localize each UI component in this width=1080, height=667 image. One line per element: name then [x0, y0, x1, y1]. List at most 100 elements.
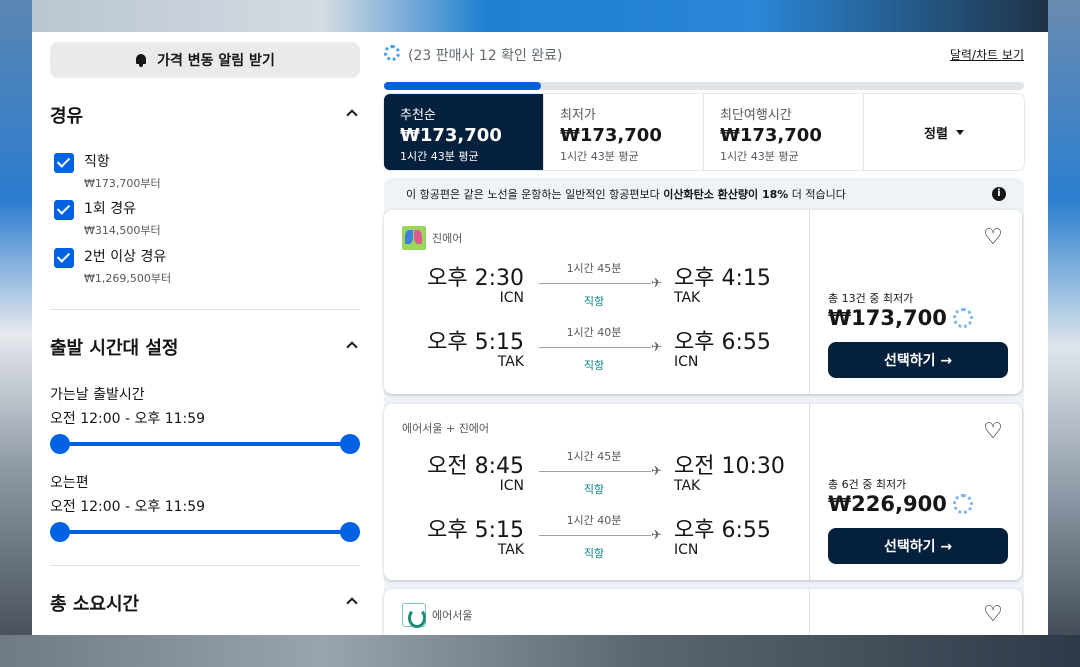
departure-time: 오후 5:15: [427, 330, 524, 355]
plane-icon: ✈: [651, 276, 662, 291]
arrival-time: 오후 6:55: [674, 518, 771, 543]
background-photo-top: [0, 0, 1080, 32]
price-value: ₩226,900: [828, 492, 947, 516]
departure-airport: TAK: [497, 354, 524, 370]
arrival-airport: ICN: [674, 542, 699, 558]
stops-option-label: 2번 이상 경유: [84, 249, 167, 265]
outbound-time-slider-track[interactable]: [60, 442, 350, 446]
eco-banner-suffix: 더 적습니다: [788, 188, 846, 201]
tab-cheapest[interactable]: 최저가 ₩173,700 1시간 43분 평균: [544, 94, 704, 170]
price-alert-label: 가격 변동 알림 받기: [157, 53, 275, 69]
flight-card[interactable]: 에어서울 + 진에어 오전 8:45 ICN 1시간 45분 ✈ 직항 오전 1…: [384, 404, 1022, 580]
checkbox-checked-icon[interactable]: [54, 153, 74, 173]
loading-spinner-icon: [952, 308, 973, 328]
leg-duration: 1시간 45분: [566, 262, 622, 275]
stops-option-price: ₩314,500부터: [84, 224, 161, 237]
leg-stops: 직항: [583, 483, 605, 496]
return-leg: 오후 5:15 TAK 1시간 40분 ✈ 직항 오후 6:55 ICN: [384, 324, 810, 374]
return-time-range: 오전 12:00 - 오후 11:59: [50, 499, 206, 515]
divider: [50, 565, 360, 566]
divider: [50, 309, 360, 310]
progress-bar-fill: [384, 82, 541, 90]
jinair-logo: [402, 226, 426, 250]
return-time-label: 오는편: [50, 475, 89, 491]
arrival-time: 오전 10:30: [674, 454, 785, 479]
flight-card-itinerary: 진에어 오후 2:30 ICN 1시간 45분 ✈ 직항 오후 4:15 TAK…: [384, 210, 810, 394]
background-photo-left: [0, 0, 32, 667]
tab-name: 최저가: [560, 108, 596, 123]
stops-option-direct[interactable]: 직항 ₩173,700부터: [54, 152, 161, 191]
return-time-slider-track[interactable]: [60, 530, 350, 534]
departure-airport: ICN: [499, 290, 524, 306]
heart-outline-icon[interactable]: ♡: [982, 421, 1004, 443]
sort-label: 정렬: [924, 126, 948, 142]
eco-banner-prefix: 이 항공편은 같은 노선을 운항하는 일반적인 항공편보다: [406, 188, 664, 201]
calendar-chart-link[interactable]: 달력/차트 보기: [950, 46, 1024, 63]
departure-airport: TAK: [497, 542, 524, 558]
flight-card-itinerary: 에어서울: [384, 589, 810, 635]
stops-option-label: 1회 경유: [84, 201, 136, 217]
departure-airport: ICN: [499, 478, 524, 494]
flight-card-price: ♡: [810, 589, 1022, 635]
departure-time: 오후 2:30: [427, 266, 524, 291]
progress-text: (23 판매사 12 확인 완료): [408, 48, 563, 64]
checkbox-checked-icon[interactable]: [54, 200, 74, 220]
heart-outline-icon[interactable]: ♡: [982, 227, 1004, 249]
outbound-slider-end-handle[interactable]: [340, 434, 360, 454]
chevron-up-icon[interactable]: [346, 341, 358, 353]
heart-outline-icon[interactable]: ♡: [982, 604, 1004, 626]
leg-stops: 직항: [583, 547, 605, 560]
outbound-leg: 오후 2:30 ICN 1시간 45분 ✈ 직항 오후 4:15 TAK: [384, 260, 810, 310]
filter-sidebar: 가격 변동 알림 받기 경유 직항 ₩173,700부터 1회 경유 ₩314,…: [32, 32, 372, 635]
background-photo-bottom: [0, 635, 1080, 667]
stops-option-two-plus[interactable]: 2번 이상 경유 ₩1,269,500부터: [54, 247, 171, 286]
tab-recommended[interactable]: 추천순 ₩173,700 1시간 43분 평균: [384, 94, 544, 170]
progress-bar: [384, 82, 1024, 90]
outbound-time-label: 가는날 출발시간: [50, 387, 145, 403]
flight-card[interactable]: 진에어 오후 2:30 ICN 1시간 45분 ✈ 직항 오후 4:15 TAK…: [384, 210, 1022, 394]
arrival-airport: ICN: [674, 354, 699, 370]
return-slider-end-handle[interactable]: [340, 522, 360, 542]
loading-spinner-icon: [952, 494, 973, 514]
tab-price: ₩173,700: [400, 125, 502, 146]
tab-fastest[interactable]: 최단여행시간 ₩173,700 1시간 43분 평균: [704, 94, 864, 170]
outbound-time-range: 오전 12:00 - 오후 11:59: [50, 411, 206, 427]
price: ₩226,900: [828, 492, 973, 516]
leg-duration: 1시간 40분: [566, 514, 622, 527]
leg-stops: 직항: [583, 295, 605, 308]
search-progress: (23 판매사 12 확인 완료) 달력/차트 보기: [384, 44, 1024, 64]
select-button[interactable]: 선택하기 →: [828, 528, 1008, 564]
results-panel: (23 판매사 12 확인 완료) 달력/차트 보기 추천순 ₩173,700 …: [384, 32, 1024, 635]
airline-row: 에어서울: [402, 603, 472, 628]
deal-label: 총 6건 중 최저가: [828, 478, 907, 491]
leg-duration: 1시간 40분: [566, 326, 622, 339]
chevron-up-icon[interactable]: [346, 109, 358, 121]
return-leg: 오후 5:15 TAK 1시간 40분 ✈ 직항 오후 6:55 ICN: [384, 512, 810, 562]
select-button[interactable]: 선택하기 →: [828, 342, 1008, 378]
checkbox-checked-icon[interactable]: [54, 248, 74, 268]
sort-dropdown[interactable]: 정렬: [864, 94, 1024, 170]
arrival-airport: TAK: [674, 290, 701, 306]
price-value: ₩173,700: [828, 306, 947, 330]
leg-stops: 직항: [583, 359, 605, 372]
tab-name: 추천순: [400, 108, 436, 123]
outbound-slider-start-handle[interactable]: [50, 434, 70, 454]
deal-label: 총 13건 중 최저가: [828, 292, 914, 305]
sort-tabs: 추천순 ₩173,700 1시간 43분 평균 최저가 ₩173,700 1시간…: [384, 94, 1024, 170]
return-slider-start-handle[interactable]: [50, 522, 70, 542]
eco-banner-highlight: 이산화탄소 환산량이 18%: [663, 188, 789, 201]
price-alert-button[interactable]: 가격 변동 알림 받기: [50, 42, 360, 78]
leg-line: [539, 471, 651, 472]
arrival-time: 오후 6:55: [674, 330, 771, 355]
stops-section-title: 경유: [50, 106, 84, 127]
background-photo-right: [1048, 0, 1080, 667]
eco-banner: 이 항공편은 같은 노선을 운항하는 일반적인 항공편보다 이산화탄소 환산량이…: [384, 178, 1024, 210]
arrival-time: 오후 4:15: [674, 266, 771, 291]
airline-row: 에어서울 + 진에어: [402, 420, 489, 436]
stops-option-one-stop[interactable]: 1회 경유 ₩314,500부터: [54, 199, 161, 238]
info-icon[interactable]: i: [992, 187, 1006, 201]
chevron-up-icon[interactable]: [346, 597, 358, 609]
tab-subtitle: 1시간 43분 평균: [560, 150, 639, 163]
flight-card[interactable]: 에어서울 ♡: [384, 589, 1022, 635]
airseoul-logo: [402, 603, 426, 628]
